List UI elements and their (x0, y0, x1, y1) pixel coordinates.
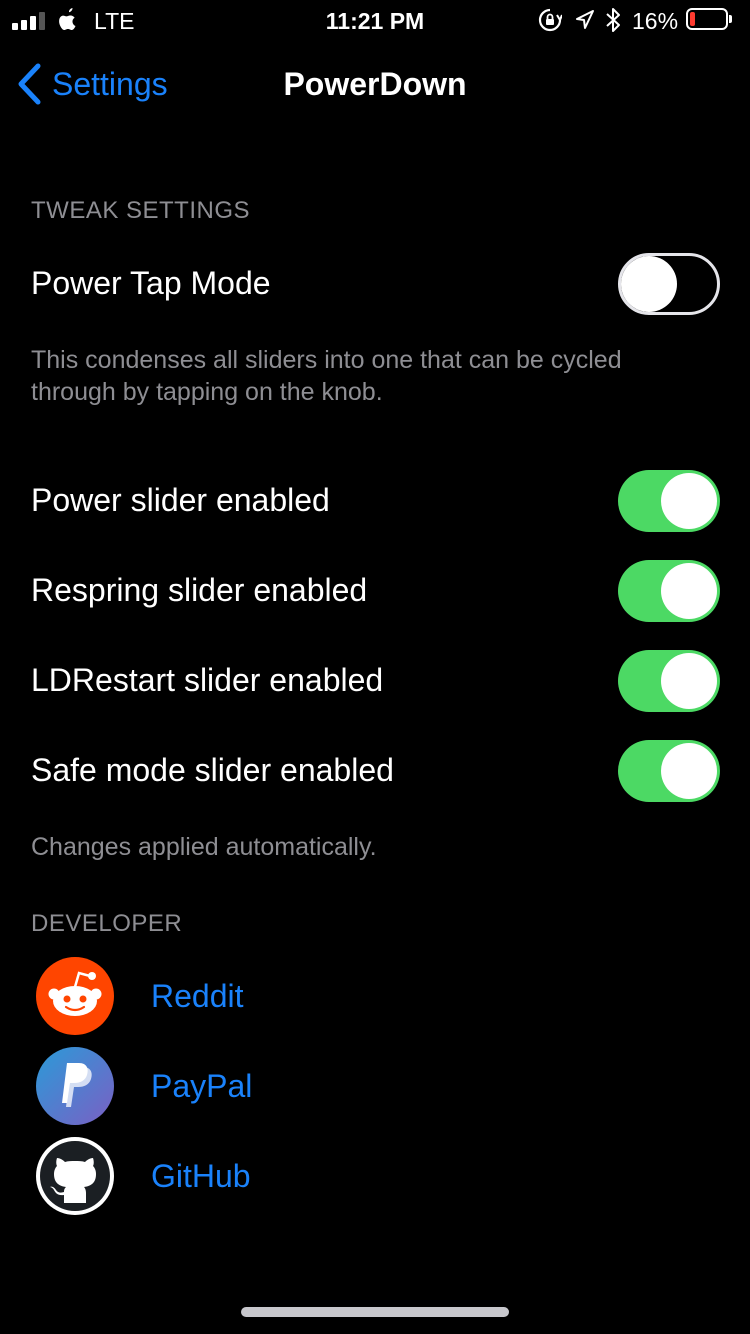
github-link[interactable]: GitHub (151, 1158, 251, 1195)
bluetooth-icon (606, 8, 620, 32)
toggle-knob (621, 256, 677, 312)
toggle-knob (661, 473, 717, 529)
section-header-tweak-settings: TWEAK SETTINGS (31, 197, 251, 224)
github-icon (36, 1137, 114, 1215)
ldrestart-slider-label: LDRestart slider enabled (31, 662, 384, 698)
page-title: PowerDown (283, 66, 467, 102)
section-header-developer: DEVELOPER (31, 910, 183, 937)
power-tap-mode-toggle[interactable] (618, 253, 720, 315)
respring-slider-label: Respring slider enabled (31, 572, 368, 608)
toggle-knob (661, 653, 717, 709)
reddit-icon (36, 957, 114, 1035)
battery-icon (686, 8, 734, 32)
battery-percent: 16% (632, 8, 679, 34)
changes-footer: Changes applied automatically. (31, 833, 377, 861)
respring-slider-toggle[interactable] (618, 560, 720, 622)
safe-mode-slider-label: Safe mode slider enabled (31, 752, 394, 788)
power-slider-label: Power slider enabled (31, 482, 330, 518)
paypal-icon (36, 1047, 114, 1125)
toggle-knob (661, 743, 717, 799)
power-tap-mode-label: Power Tap Mode (31, 265, 271, 301)
safe-mode-slider-toggle[interactable] (618, 740, 720, 802)
home-indicator[interactable] (241, 1307, 509, 1317)
power-slider-toggle[interactable] (618, 470, 720, 532)
power-tap-mode-footer: This condenses all sliders into one that… (31, 346, 622, 406)
paypal-link[interactable]: PayPal (151, 1068, 252, 1105)
location-icon (576, 10, 594, 29)
ldrestart-slider-toggle[interactable] (618, 650, 720, 712)
reddit-link[interactable]: Reddit (151, 978, 244, 1015)
orientation-lock-icon (538, 8, 562, 32)
toggle-knob (661, 563, 717, 619)
